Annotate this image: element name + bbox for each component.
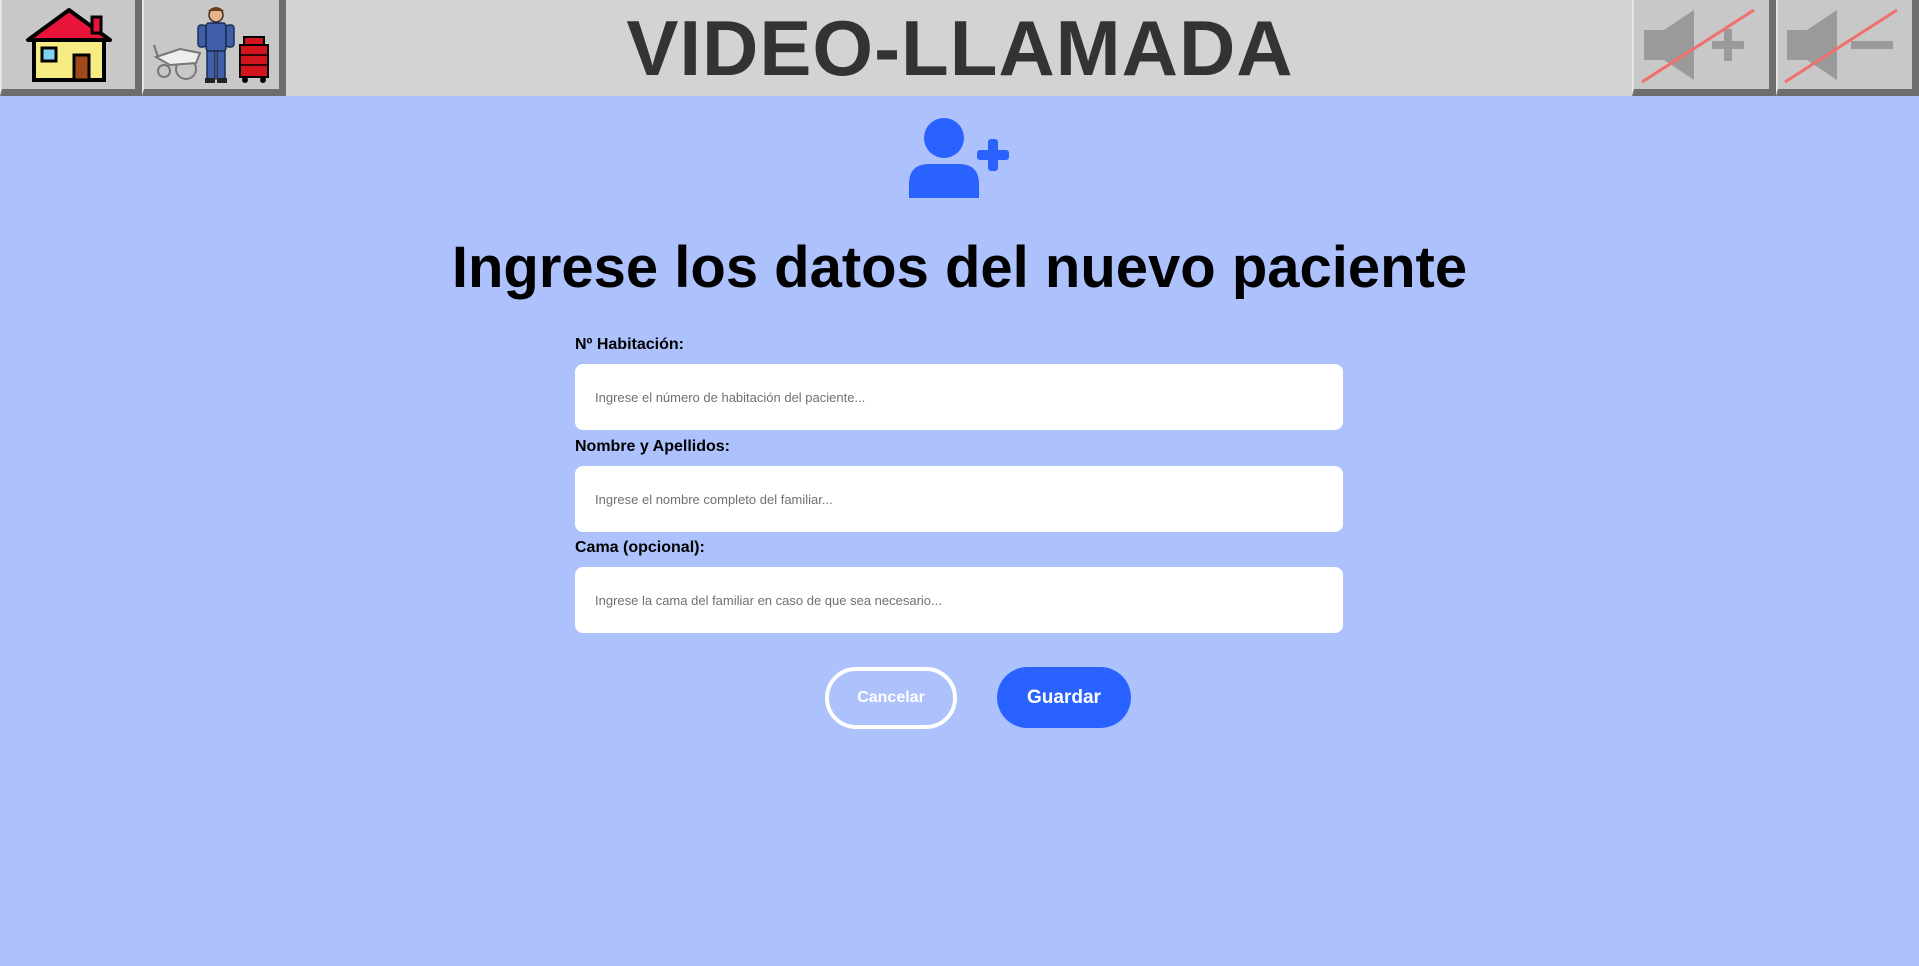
cancel-button[interactable]: Cancelar <box>825 667 957 729</box>
staff-button[interactable] <box>142 0 286 96</box>
full-name-label: Nombre y Apellidos: <box>575 438 730 455</box>
volume-up-button[interactable] <box>1632 0 1776 96</box>
room-number-input[interactable] <box>575 364 1343 430</box>
save-button[interactable]: Guardar <box>997 667 1131 728</box>
full-name-input[interactable] <box>575 466 1343 532</box>
volume-up-disabled-icon <box>1640 8 1755 83</box>
form-heading: Ingrese los datos del nuevo paciente <box>451 235 1468 300</box>
top-bar: VIDEO-LLAMADA <box>0 0 1919 96</box>
volume-down-disabled-icon <box>1784 8 1898 83</box>
room-number-label: Nº Habitación: <box>575 336 684 353</box>
page-title: VIDEO-LLAMADA <box>626 3 1294 92</box>
add-user-icon <box>909 118 1009 198</box>
volume-down-button[interactable] <box>1776 0 1919 96</box>
home-button[interactable] <box>0 0 142 96</box>
bed-input[interactable] <box>575 567 1343 633</box>
house-icon <box>25 7 112 82</box>
bed-label: Cama (opcional): <box>575 539 705 556</box>
worker-with-equipment-icon <box>152 6 269 83</box>
